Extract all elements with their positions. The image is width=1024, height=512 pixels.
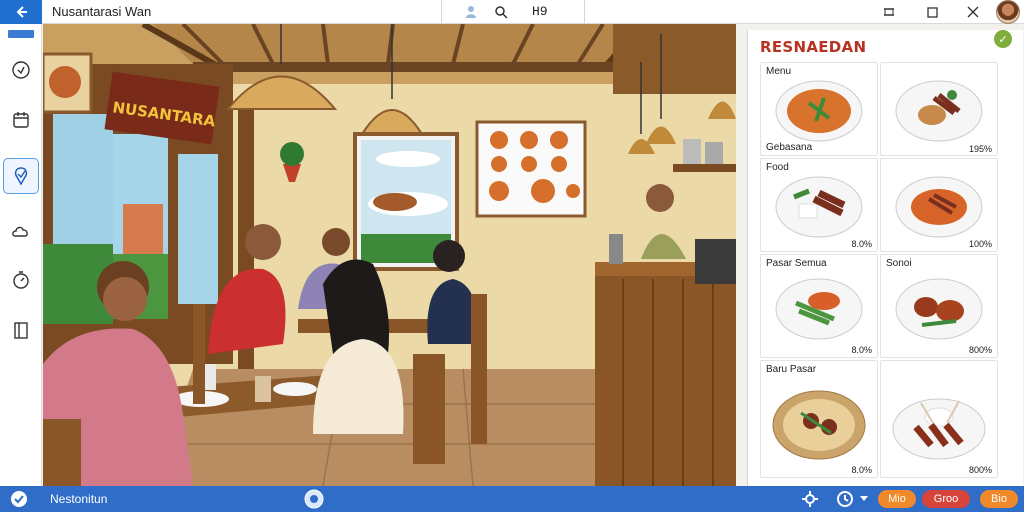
menu-card[interactable]: Baru Pasar 8.0% [760,360,878,478]
action-button[interactable]: Mio [878,490,916,508]
center-home-icon[interactable] [304,489,324,509]
restaurant-illustration: NUSANTARA [43,24,736,486]
menu-card[interactable] [880,62,998,156]
search-icon[interactable] [492,3,510,21]
close-icon[interactable] [964,3,982,21]
food-plate-icon [895,176,983,238]
app-title: Nusantarasi Wan [52,4,152,19]
left-toolbar [0,24,42,486]
app-window: Nusantarasi Wan H9 NUSANTARA RESNAEDAN ✓… [0,0,1024,512]
document-tool[interactable] [3,312,39,348]
timer-tool[interactable] [3,262,39,298]
user-avatar[interactable] [996,0,1020,24]
food-plate-icon [895,80,983,142]
profile-icon[interactable] [462,3,480,21]
menu-card[interactable]: 195% 100% [880,144,998,252]
card-price: 8.0% [851,345,872,355]
action-button[interactable]: Bio [980,490,1018,508]
timer-icon [13,271,29,289]
map-pin-icon [14,167,28,186]
card-price: 195% [968,144,992,154]
breadcrumb-value: H9 [532,4,548,19]
back-arrow-icon [16,6,27,18]
map-pin-tool[interactable] [3,158,39,194]
menu-card[interactable]: 800% [880,360,998,478]
card-price: 8.0% [851,465,872,475]
card-price: 800% [968,465,992,475]
food-plate-icon [775,80,863,142]
location-icon [12,61,30,79]
back-button[interactable] [0,0,42,24]
food-plate-icon [892,398,986,460]
toolbar-handle [8,30,34,38]
menu-title: RESNAEDAN [760,38,867,56]
card-price: 100% [968,239,992,249]
document-icon [14,322,28,339]
card-label: Baru Pasar [766,364,817,375]
calendar-tool[interactable] [3,102,39,138]
verified-badge-icon[interactable]: ✓ [994,30,1012,48]
card-price: 800% [968,345,992,355]
food-plate-icon [895,278,983,340]
title-bar: Nusantarasi Wan H9 [0,0,1024,24]
action-button[interactable]: Groo [922,490,970,508]
status-bar: Nestonitun Mio Groo Bio [0,486,1024,512]
card-label: Gebasana [766,142,813,153]
app-logo-icon[interactable] [10,490,28,508]
location-tool[interactable] [3,52,39,88]
menu-panel: RESNAEDAN ✓ Menu Gebasana Food 8.0% 195%… [747,30,1023,486]
cloud-icon [12,226,28,237]
food-plate-icon [772,390,866,460]
chevron-down-icon[interactable] [860,496,868,502]
calendar-icon [13,112,29,128]
settings-icon[interactable] [802,491,818,507]
cloud-tool[interactable] [3,214,39,250]
status-label: Nestonitun [50,492,108,506]
menu-card[interactable]: Sonoi 800% [880,254,998,358]
food-plate-icon [775,176,863,238]
card-label: Sonoi [886,258,912,269]
card-label: Pasar Semua [766,258,827,269]
card-price: 8.0% [851,239,872,249]
restore-icon[interactable] [880,3,898,21]
menu-card[interactable]: Gebasana Food 8.0% [760,142,878,252]
divider [441,0,442,24]
refresh-icon[interactable] [836,490,854,508]
maximize-icon[interactable] [923,3,941,21]
menu-card[interactable]: Pasar Semua 8.0% [760,254,878,358]
food-plate-icon [775,278,863,340]
divider [584,0,585,24]
